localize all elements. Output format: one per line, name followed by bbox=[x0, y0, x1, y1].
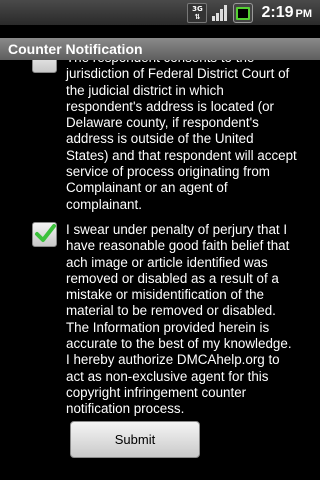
status-time-ampm: PM bbox=[295, 8, 313, 20]
scroll-content[interactable]: The respondent consents to the jurisdict… bbox=[0, 60, 320, 480]
status-bar: 3G ⇅ 2:19 PM bbox=[0, 0, 320, 26]
status-time: 2:19 PM bbox=[261, 4, 312, 22]
signal-icon bbox=[211, 4, 229, 22]
title-bar: Counter Notification bbox=[0, 38, 320, 60]
perjury-text: I swear under penalty of perjury that I … bbox=[66, 222, 292, 417]
title-gap bbox=[0, 25, 320, 38]
3g-icon: 3G ⇅ bbox=[187, 3, 208, 23]
check-icon bbox=[35, 224, 56, 242]
perjury-checkbox[interactable] bbox=[32, 222, 57, 247]
screen: 3G ⇅ 2:19PM Counter Notification The res… bbox=[0, 0, 320, 480]
consent-checkbox[interactable] bbox=[32, 60, 57, 73]
battery-icon bbox=[233, 3, 254, 23]
consent-text: The respondent consents to the jurisdict… bbox=[66, 60, 297, 212]
status-time-value: 2:19 bbox=[261, 4, 294, 21]
page-title: Counter Notification bbox=[8, 41, 143, 57]
data-arrows: ⇅ bbox=[194, 13, 201, 21]
status-icons: 3G ⇅ 2:19 PM bbox=[187, 3, 312, 23]
submit-button[interactable]: Submit bbox=[70, 421, 200, 458]
network-badge-text: 3G bbox=[192, 5, 203, 13]
